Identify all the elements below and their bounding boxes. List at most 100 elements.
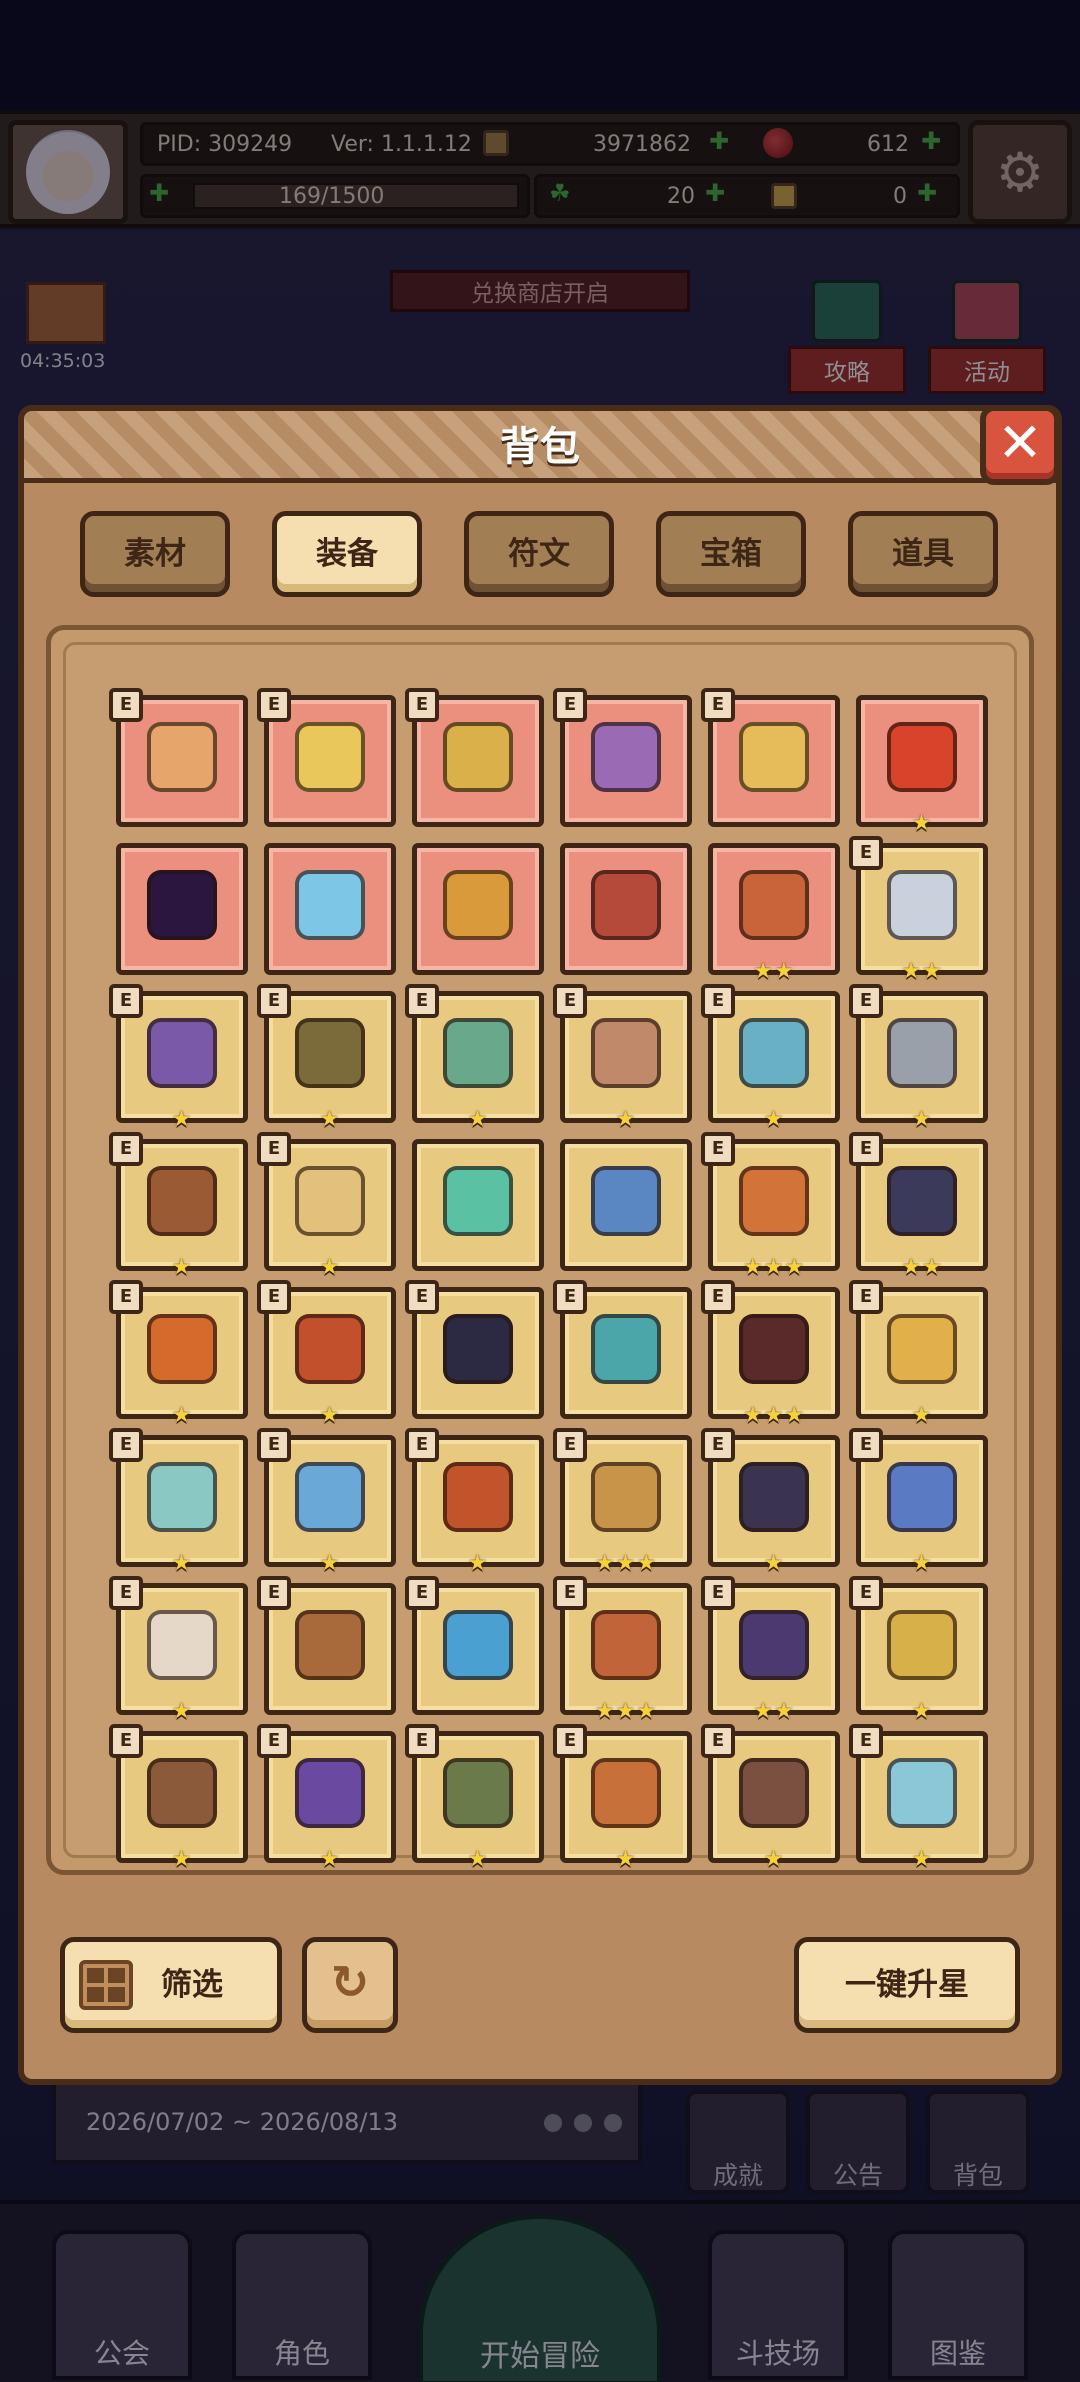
inventory-slot[interactable]: E ★ <box>109 984 248 1132</box>
equipped-badge: E <box>109 1280 143 1314</box>
inventory-slot[interactable]: E <box>257 1576 396 1715</box>
chain-pendant-icon <box>591 722 661 792</box>
inventory-slot[interactable]: E ★ <box>257 1280 396 1428</box>
inventory-slot[interactable]: ★ <box>856 695 988 836</box>
star-rating: ★★★ <box>742 1255 806 1280</box>
star-rating: ★ <box>763 1847 785 1872</box>
inventory-slot[interactable]: E ★ <box>109 1576 248 1724</box>
inventory-slot[interactable]: E <box>553 1280 692 1419</box>
inventory-slot[interactable]: E ★★★ <box>553 1428 692 1576</box>
inventory-slot[interactable]: E ★ <box>553 984 692 1132</box>
inventory-slot[interactable]: E ★ <box>109 1132 248 1280</box>
filter-button[interactable]: 筛选 <box>60 1937 282 2033</box>
modal-title: 背包 <box>500 424 580 470</box>
equipped-badge: E <box>257 1724 291 1758</box>
inventory-slot[interactable]: E ★ <box>109 1724 248 1872</box>
heart-necklace-icon <box>443 722 513 792</box>
inventory-slot[interactable]: E ★★★ <box>701 1280 840 1428</box>
inventory-slot[interactable]: E ★★ <box>849 836 988 984</box>
magic-lamp-icon <box>591 1166 661 1236</box>
inventory-slot[interactable]: E ★ <box>405 1428 544 1576</box>
inventory-slot[interactable]: E ★ <box>405 1724 544 1872</box>
inventory-slot[interactable]: E ★ <box>701 984 840 1132</box>
star-rating: ★ <box>319 1847 341 1872</box>
inventory-slot[interactable]: E ★★ <box>849 1132 988 1280</box>
inventory-slot[interactable]: E ★ <box>109 1428 248 1576</box>
inventory-slot[interactable]: E <box>109 688 248 827</box>
inventory-slot[interactable]: E ★ <box>257 1724 396 1872</box>
close-icon[interactable]: ✕ <box>980 405 1060 485</box>
inventory-slot[interactable]: E <box>405 1576 544 1715</box>
star-rating: ★★★ <box>594 1551 658 1576</box>
star-rating: ★ <box>171 1403 193 1428</box>
equipped-badge: E <box>109 1428 143 1462</box>
inventory-slot[interactable] <box>264 843 396 975</box>
inventory-slot[interactable]: E ★ <box>257 1428 396 1576</box>
pearl-ring-icon <box>739 1758 809 1828</box>
inventory-slot[interactable] <box>560 843 692 975</box>
refresh-icon[interactable]: ↻ <box>302 1937 398 2033</box>
inventory-slot[interactable]: E ★ <box>553 1724 692 1872</box>
equipped-badge: E <box>405 688 439 722</box>
tab-items[interactable]: 道具 <box>848 511 998 597</box>
equipped-badge: E <box>701 1724 735 1758</box>
jade-scepter-icon <box>443 1018 513 1088</box>
inventory-slot[interactable]: E ★ <box>701 1724 840 1872</box>
equipped-badge: E <box>701 1428 735 1462</box>
jade-key-icon <box>443 1166 513 1236</box>
inventory-slot[interactable]: E ★ <box>849 1428 988 1576</box>
backpack-modal: 背包 ✕ 素材 装备 符文 宝箱 道具 E E E E E ★ ★★ E ★★ E ★ E ★ E ★ E ★ E… <box>18 405 1062 2085</box>
tab-equipment[interactable]: 装备 <box>272 511 422 597</box>
star-rating: ★ <box>319 1551 341 1576</box>
star-rating: ★ <box>467 1847 489 1872</box>
equipped-badge: E <box>109 1132 143 1166</box>
equipped-badge: E <box>405 1280 439 1314</box>
equipped-badge: E <box>701 688 735 722</box>
inventory-slot[interactable]: E ★ <box>849 1576 988 1724</box>
inventory-slot[interactable]: E ★ <box>849 1724 988 1872</box>
inventory-slot[interactable]: E ★★★ <box>701 1132 840 1280</box>
visor-mask-icon <box>591 1314 661 1384</box>
inventory-slot[interactable]: E ★★ <box>701 1576 840 1724</box>
winged-helm-icon <box>887 1166 957 1236</box>
star-rating: ★ <box>911 1699 933 1724</box>
inventory-grid: E E E E E ★ ★★ E ★★ E ★ E ★ E ★ E ★ E ★ E ★ E ★ E ★ E ★★★ E ★★ E ★ E ★ E E… <box>63 642 1017 1872</box>
one-key-upgrade-button[interactable]: 一键升星 <box>794 1937 1020 2033</box>
star-rating: ★ <box>911 1847 933 1872</box>
equipped-badge: E <box>109 1576 143 1610</box>
barrel-shield-icon <box>147 1166 217 1236</box>
tab-materials[interactable]: 素材 <box>80 511 230 597</box>
tab-runes[interactable]: 符文 <box>464 511 614 597</box>
star-rating: ★ <box>319 1107 341 1132</box>
inventory-slot[interactable]: E ★ <box>849 1280 988 1428</box>
inventory-slot[interactable] <box>116 843 248 975</box>
equipped-badge: E <box>257 984 291 1018</box>
equipped-badge: E <box>553 984 587 1018</box>
inventory-slot[interactable]: E ★ <box>109 1280 248 1428</box>
inventory-slot[interactable]: E ★ <box>257 1132 396 1280</box>
equipped-badge: E <box>553 1724 587 1758</box>
tab-chests[interactable]: 宝箱 <box>656 511 806 597</box>
feather-charm-icon <box>147 1610 217 1680</box>
inventory-slot[interactable]: E <box>405 688 544 827</box>
inventory-slot[interactable]: E <box>553 688 692 827</box>
inventory-slot[interactable]: E ★ <box>849 984 988 1132</box>
inventory-slot[interactable]: E ★ <box>701 1428 840 1576</box>
ruby-gauntlet-icon <box>591 1462 661 1532</box>
inventory-slot[interactable]: E ★ <box>405 984 544 1132</box>
sun-amulet-icon <box>739 1166 809 1236</box>
inventory-slot[interactable]: E <box>405 1280 544 1419</box>
inventory-slot[interactable] <box>412 843 544 975</box>
star-rating: ★★★ <box>594 1699 658 1724</box>
inventory-slot[interactable]: E ★★★ <box>553 1576 692 1724</box>
equipped-badge: E <box>701 1132 735 1166</box>
inventory-slot[interactable]: E <box>257 688 396 827</box>
horned-helmet-icon <box>147 1314 217 1384</box>
filter-label: 筛选 <box>161 1967 223 2003</box>
inventory-slot[interactable]: E ★ <box>257 984 396 1132</box>
inventory-slot[interactable] <box>412 1139 544 1271</box>
inventory-slot[interactable]: E <box>701 688 840 827</box>
inventory-slot[interactable] <box>560 1139 692 1271</box>
inventory-slot[interactable]: ★★ <box>708 843 840 984</box>
emerald-bangle-icon <box>147 1758 217 1828</box>
